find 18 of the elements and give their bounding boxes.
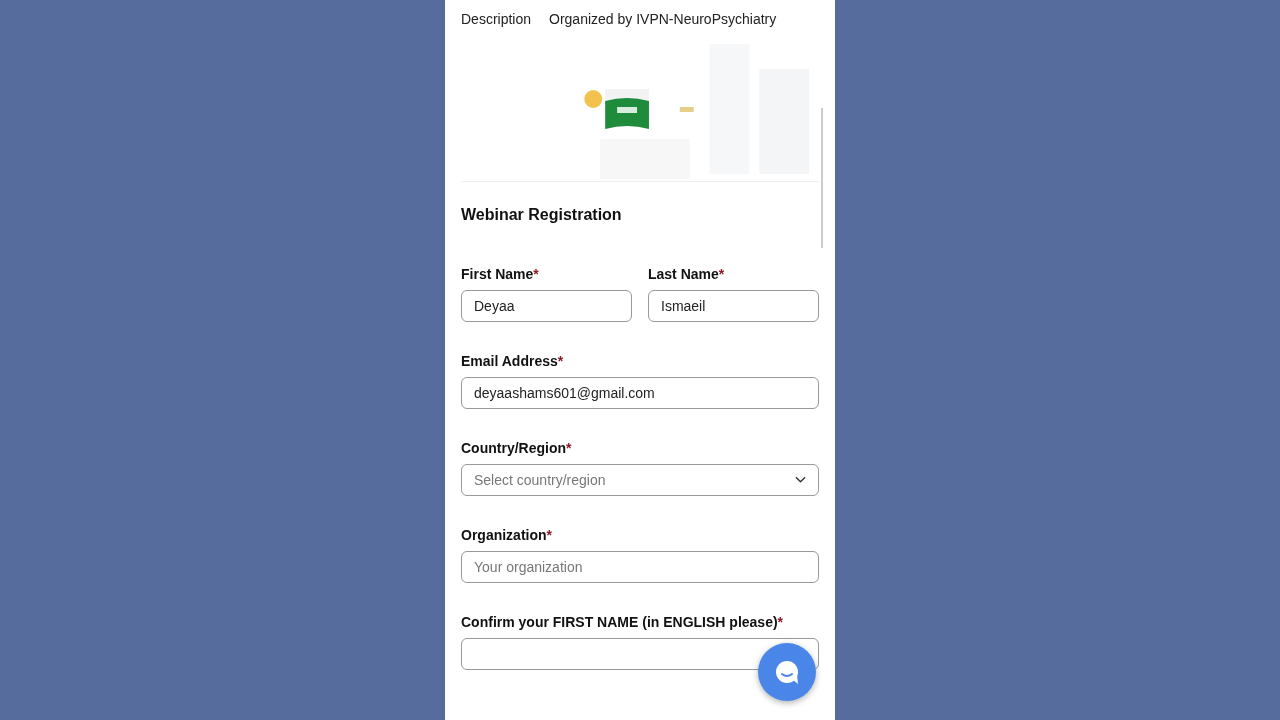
field-label: Email Address* [461, 353, 565, 369]
scrollbar[interactable] [821, 108, 823, 248]
field-label: First Name* [461, 266, 540, 282]
chevron-down-icon [795, 476, 806, 484]
input-field[interactable]: deyaashams601@gmail.com [461, 377, 819, 409]
field-label: Organization* [461, 527, 553, 543]
field-label: Country/Region* [461, 440, 573, 456]
select-field[interactable]: Select country/region [461, 464, 819, 496]
description-tab[interactable]: Description [461, 11, 532, 27]
form-title: Webinar Registration [461, 206, 623, 224]
input-field[interactable] [461, 638, 819, 670]
organizer-text: Organized by IVPN-NeuroPsychiatry [549, 11, 777, 27]
input-field[interactable]: Deyaa [461, 290, 632, 322]
input-field[interactable]: Your organization [461, 551, 819, 583]
field-label: Last Name* [648, 266, 726, 282]
field-label: Confirm your FIRST NAME (in ENGLISH please)* [461, 614, 785, 630]
chat-button[interactable] [758, 643, 816, 701]
input-field[interactable]: Ismaeil [648, 290, 819, 322]
